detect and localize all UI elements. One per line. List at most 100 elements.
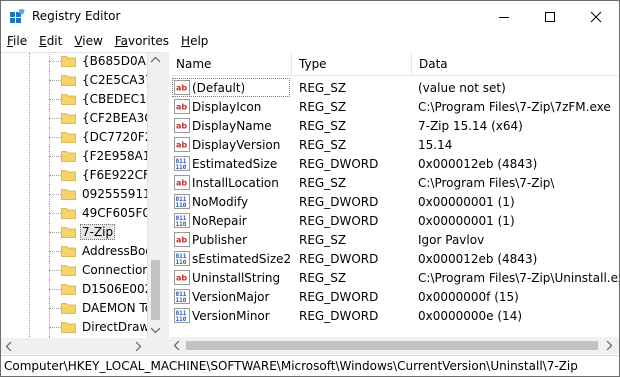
svg-text:ab: ab bbox=[176, 103, 187, 112]
close-icon bbox=[590, 11, 602, 22]
tree-item[interactable]: {CF2BEA3C- bbox=[1, 109, 157, 128]
maximize-button[interactable] bbox=[527, 1, 573, 32]
menu-file[interactable]: File bbox=[1, 32, 33, 51]
value-data: 0x0000000f (15) bbox=[418, 290, 519, 304]
tree-horizontal-scrollbar[interactable] bbox=[1, 338, 147, 354]
dword-value-icon: 011110 bbox=[174, 213, 190, 228]
registry-value-row[interactable]: ab DisplayIcon REG_SZ C:\Program Files\7-Zi… bbox=[169, 97, 619, 116]
value-data: C:\Program Files\7-Zip\Uninstall.exe bbox=[418, 271, 619, 285]
registry-value-row[interactable]: ab UninstallString REG_SZ C:\Program Files\… bbox=[169, 268, 619, 287]
menu-edit[interactable]: Edit bbox=[33, 32, 68, 51]
tree-item[interactable]: 09255591149 bbox=[1, 185, 163, 204]
tree-connector-line bbox=[49, 118, 61, 119]
folder-icon bbox=[61, 113, 76, 124]
tree-item-label: Connection bbox=[82, 263, 150, 277]
registry-value-row[interactable]: 011 110 sEstimatedSize2 REG_DWORD 0x000012eb… bbox=[169, 249, 619, 268]
tree-item[interactable]: Connection bbox=[1, 261, 150, 280]
tree-item-label: AddressBoo bbox=[82, 244, 153, 258]
scroll-down-arrow-icon[interactable] bbox=[151, 327, 160, 333]
value-type: REG_DWORD bbox=[299, 252, 379, 266]
registry-value-row[interactable]: ab InstallLocation REG_SZ C:\Program Files\… bbox=[169, 173, 619, 192]
registry-value-row[interactable]: ab DisplayName REG_SZ 7-Zip 15.14 (x64) bbox=[169, 116, 619, 135]
string-value-icon: ab bbox=[174, 232, 190, 247]
close-button[interactable] bbox=[573, 1, 619, 32]
title-bar[interactable]: Registry Editor bbox=[1, 1, 619, 32]
svg-text:ab: ab bbox=[176, 274, 187, 283]
key-path: Computer\HKEY_LOCAL_MACHINE\SOFTWARE\Mic… bbox=[4, 359, 578, 373]
tree-item[interactable]: {F2E958A1-9 bbox=[1, 147, 162, 166]
value-name: DisplayIcon bbox=[192, 100, 262, 114]
tree-item[interactable]: AddressBoo bbox=[1, 242, 153, 261]
tree-item[interactable]: {B685D0AD- bbox=[1, 53, 159, 71]
scroll-right-arrow-icon[interactable] bbox=[135, 342, 141, 351]
tree-item-label: {C2E5CA37- bbox=[82, 73, 158, 87]
registry-value-row[interactable]: ab Publisher REG_SZ Igor Pavlov bbox=[169, 230, 619, 249]
registry-value-row[interactable]: 011 110 VersionMajor REG_DWORD 0x0000000f (1… bbox=[169, 287, 619, 306]
value-data: (value not set) bbox=[418, 81, 506, 95]
scroll-corner bbox=[147, 338, 163, 354]
tree-item[interactable]: {F6E922CF-0 bbox=[1, 166, 162, 185]
tree-vertical-scroll-thumb[interactable] bbox=[151, 260, 160, 320]
registry-value-row[interactable]: ab DisplayVersion REG_SZ 15.14 bbox=[169, 135, 619, 154]
registry-value-row[interactable]: 011 110 NoRepair REG_DWORD 0x00000001 (1) bbox=[169, 211, 619, 230]
string-value-icon: ab bbox=[174, 99, 190, 114]
value-type: REG_SZ bbox=[299, 138, 347, 152]
string-value-icon: ab bbox=[174, 175, 190, 190]
scroll-left-arrow-icon[interactable] bbox=[174, 341, 180, 350]
values-list-pane: Name Type Data ab (Default) REG_SZ (value n… bbox=[169, 52, 619, 354]
svg-text:ab: ab bbox=[176, 84, 187, 93]
tree-item[interactable]: {C2E5CA37- bbox=[1, 71, 157, 90]
scroll-up-arrow-icon[interactable] bbox=[151, 57, 160, 63]
column-header-data[interactable]: Data bbox=[412, 52, 619, 76]
column-header-name[interactable]: Name bbox=[169, 52, 292, 76]
tree-item[interactable]: 49CF605F02 bbox=[1, 204, 158, 223]
tree-connector-line bbox=[49, 137, 61, 138]
folder-icon bbox=[61, 94, 76, 105]
list-horizontal-scrollbar[interactable] bbox=[169, 337, 619, 354]
list-horizontal-scroll-thumb[interactable] bbox=[186, 341, 598, 350]
tree-item[interactable]: DirectDrawE bbox=[1, 318, 157, 337]
tree-connector-line bbox=[49, 213, 61, 214]
value-type: REG_DWORD bbox=[299, 157, 379, 171]
registry-value-row[interactable]: 011 110 NoModify REG_DWORD 0x00000001 (1) bbox=[169, 192, 619, 211]
tree-item-label: 7-Zip bbox=[80, 224, 116, 240]
string-value-icon: ab bbox=[174, 118, 190, 133]
tree-item[interactable]: DAEMON To bbox=[1, 299, 152, 318]
menu-favorites[interactable]: Favorites bbox=[109, 32, 175, 51]
tree-item[interactable]: {CBEDEC16- bbox=[1, 90, 159, 109]
value-type: REG_DWORD bbox=[299, 290, 379, 304]
tree-connector-line bbox=[49, 270, 61, 271]
value-name: VersionMinor bbox=[192, 309, 270, 323]
minimize-button[interactable] bbox=[481, 1, 527, 32]
svg-text:110: 110 bbox=[176, 202, 187, 209]
column-header-type[interactable]: Type bbox=[292, 52, 412, 76]
registry-value-row[interactable]: 011 110 VersionMinor REG_DWORD 0x0000000e (1… bbox=[169, 306, 619, 325]
scroll-left-arrow-icon[interactable] bbox=[6, 342, 12, 351]
folder-icon bbox=[61, 246, 76, 257]
value-type: REG_SZ bbox=[299, 119, 347, 133]
registry-value-row[interactable]: 011 110 EstimatedSize REG_DWORD 0x000012eb (… bbox=[169, 154, 619, 173]
registry-editor-icon bbox=[10, 9, 25, 23]
tree-item-selected[interactable]: 7-Zip bbox=[1, 223, 147, 242]
menu-help[interactable]: Help bbox=[175, 32, 214, 51]
tree-item[interactable]: {DC7720F2-9 bbox=[1, 128, 163, 147]
value-data: 0x0000000e (14) bbox=[418, 309, 523, 323]
key-tree-pane[interactable]: {B685D0AD- {C2E5CA37- {CBEDEC16- {CF2BEA3C-… bbox=[1, 52, 163, 354]
svg-text:110: 110 bbox=[176, 164, 187, 171]
status-bar: Computer\HKEY_LOCAL_MACHINE\SOFTWARE\Mic… bbox=[1, 355, 619, 376]
tree-item[interactable]: D1506E0025 bbox=[1, 280, 160, 299]
scroll-right-arrow-icon[interactable] bbox=[606, 341, 612, 350]
dword-value-icon: 011110 bbox=[174, 251, 190, 266]
menu-view[interactable]: View bbox=[68, 32, 108, 51]
svg-text:ab: ab bbox=[176, 179, 187, 188]
value-name: DisplayName bbox=[192, 119, 272, 133]
dword-value-icon: 011110 bbox=[174, 289, 190, 304]
tree-connector-line bbox=[49, 308, 61, 309]
tree-vertical-scrollbar[interactable] bbox=[147, 53, 163, 338]
value-data: 7-Zip 15.14 (x64) bbox=[418, 119, 523, 133]
registry-value-row[interactable]: ab (Default) REG_SZ (value not set) bbox=[169, 78, 619, 97]
value-data: C:\Program Files\7-Zip\ bbox=[418, 176, 555, 190]
list-header: Name Type Data bbox=[169, 52, 619, 76]
value-type: REG_SZ bbox=[299, 271, 347, 285]
folder-icon bbox=[61, 56, 76, 67]
